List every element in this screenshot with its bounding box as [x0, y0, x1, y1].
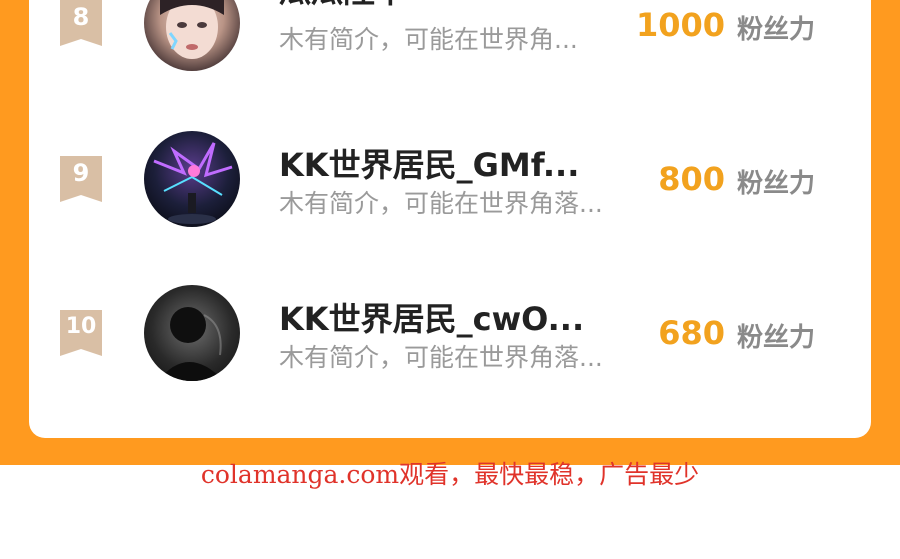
user-bio: 木有简介，可能在世界角落...	[279, 189, 603, 218]
ranking-row[interactable]: 9 KK世界居民_GMf... 木有简介，可能在世界角落... 800 粉丝力	[29, 128, 871, 228]
avatar[interactable]	[144, 131, 240, 227]
user-name[interactable]: KK世界居民_GMf...	[279, 140, 579, 186]
fans-count: 800	[658, 160, 725, 198]
ranking-row[interactable]: 8 瓜瓜陛下 木有简介，可能在世界角...	[29, 0, 871, 72]
fans-unit: 粉丝力	[737, 169, 816, 199]
rank-badge: 8	[60, 0, 102, 46]
fans-unit: 粉丝力	[737, 323, 816, 353]
rank-number: 8	[72, 3, 90, 31]
user-name[interactable]: KK世界居民_cwO...	[279, 294, 584, 340]
rank-badge: 10	[60, 310, 102, 356]
avatar[interactable]	[144, 0, 240, 71]
fans-count: 1000	[635, 6, 725, 44]
rank-number: 10	[65, 314, 97, 339]
watermark-text: colamanga.com观看，最快最稳，广告最少	[200, 460, 700, 489]
user-name[interactable]: 瓜瓜陛下	[279, 0, 407, 12]
user-bio: 木有简介，可能在世界角...	[279, 25, 578, 54]
ranking-row[interactable]: 10 KK世界居民_cwO... 木有简介，可能在世界角落... 680 粉丝力	[29, 282, 871, 382]
rank-badge: 9	[60, 156, 102, 202]
user-bio: 木有简介，可能在世界角落...	[279, 343, 603, 372]
fans-unit: 粉丝力	[737, 15, 816, 45]
fans-count: 680	[658, 314, 725, 352]
ranking-card: 8 瓜瓜陛下 木有简介，可能在世界角...	[29, 0, 871, 438]
avatar[interactable]	[144, 285, 240, 381]
rank-number: 9	[72, 159, 90, 187]
